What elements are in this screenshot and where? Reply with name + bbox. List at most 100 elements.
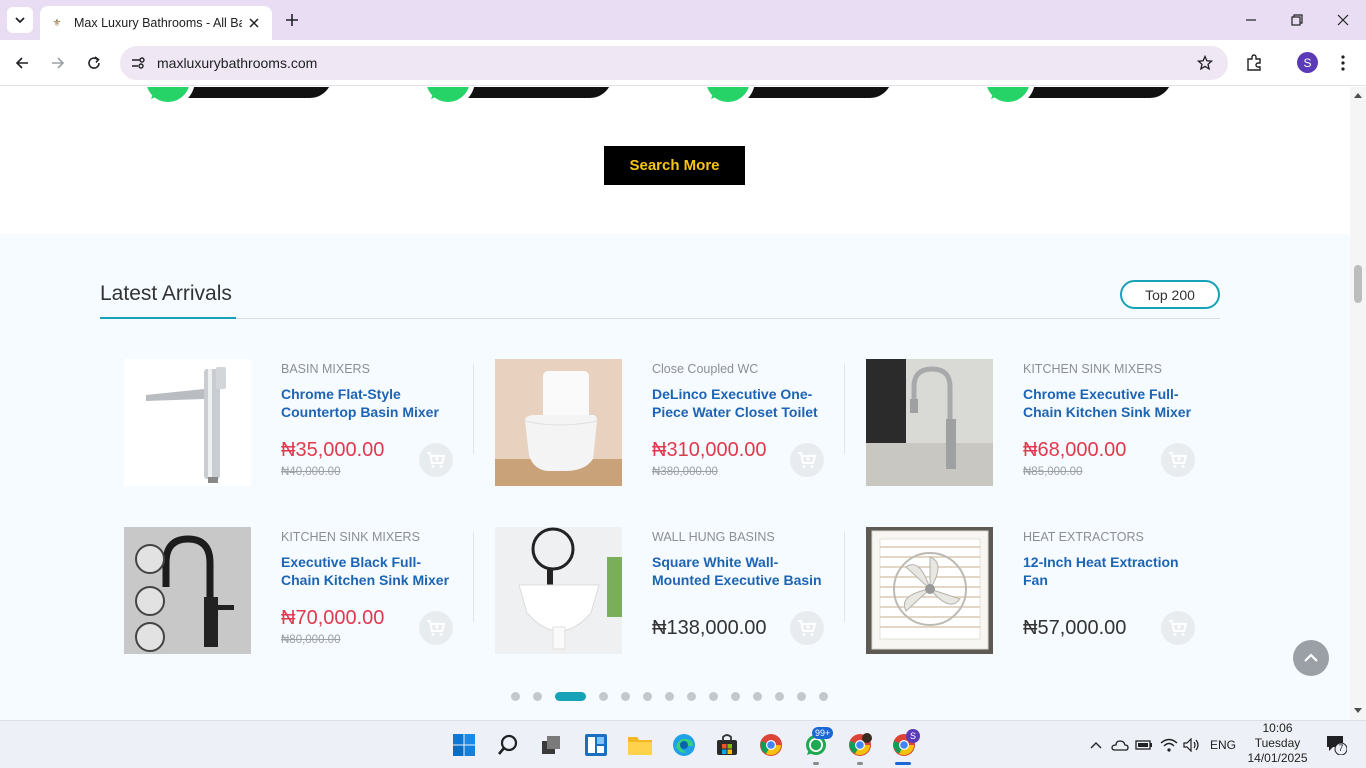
product-image[interactable] <box>866 359 993 486</box>
running-indicator <box>857 762 863 765</box>
extensions-icon[interactable] <box>1243 52 1265 74</box>
search-more-button[interactable]: Search More <box>604 146 745 185</box>
product-name-link[interactable]: DeLinco Executive One-Piece Water Closet… <box>652 385 827 421</box>
carousel-dot[interactable] <box>797 691 806 701</box>
clock-date: 14/01/2025 <box>1247 751 1308 765</box>
product-category: Close Coupled WC <box>652 362 759 376</box>
back-to-top-button[interactable] <box>1293 640 1329 676</box>
reload-button[interactable] <box>82 51 106 75</box>
carousel-dot[interactable] <box>599 691 608 701</box>
file-explorer-icon[interactable] <box>625 730 655 760</box>
product-card[interactable]: Close Coupled WC DeLinco Executive One-P… <box>495 359 845 489</box>
close-tab-button[interactable] <box>246 15 262 31</box>
input-language[interactable]: ENG <box>1210 738 1236 752</box>
close-icon <box>1337 14 1349 26</box>
running-indicator <box>813 762 819 765</box>
battery-icon[interactable] <box>1134 735 1154 755</box>
carousel-dot[interactable] <box>643 691 652 701</box>
widgets-icon[interactable] <box>581 730 611 760</box>
add-to-cart-button[interactable] <box>419 443 453 477</box>
product-name-link[interactable]: Chrome Executive Full-Chain Kitchen Sink… <box>1023 385 1198 421</box>
carousel-dot[interactable] <box>665 691 674 701</box>
scrollbar-thumb[interactable] <box>1354 265 1362 303</box>
product-image[interactable] <box>866 527 993 654</box>
notification-center-icon[interactable]: 7 <box>1325 733 1348 756</box>
carousel-dot[interactable] <box>511 691 520 701</box>
chrome-icon[interactable] <box>756 730 786 760</box>
add-to-cart-button[interactable] <box>1161 443 1195 477</box>
add-to-cart-button[interactable] <box>1161 611 1195 645</box>
product-card[interactable]: KITCHEN SINK MIXERS Chrome Executive Ful… <box>866 359 1216 489</box>
product-image[interactable] <box>495 359 622 486</box>
product-name-link[interactable]: Square White Wall-Mounted Executive Basi… <box>652 553 827 589</box>
onedrive-icon[interactable] <box>1110 735 1130 755</box>
product-name-link[interactable]: Chrome Flat-Style Countertop Basin Mixer <box>281 385 456 421</box>
browser-menu-icon[interactable] <box>1332 52 1354 74</box>
carousel-dot[interactable] <box>533 691 542 701</box>
carousel-dot[interactable] <box>819 691 828 701</box>
carousel-pagination <box>511 691 841 701</box>
carousel-dot-active[interactable] <box>555 691 586 701</box>
product-card[interactable]: HEAT EXTRACTORS 12-Inch Heat Extraction … <box>866 527 1216 657</box>
scroll-down-arrow-icon[interactable] <box>1353 707 1363 715</box>
address-bar[interactable]: maxluxurybathrooms.com <box>120 46 1228 80</box>
chevron-up-icon[interactable] <box>1086 735 1106 755</box>
product-old-price: ₦85,000.00 <box>1023 466 1083 478</box>
product-category: KITCHEN SINK MIXERS <box>1023 362 1162 376</box>
carousel-dot[interactable] <box>709 691 718 701</box>
whatsapp-badge[interactable] <box>697 87 893 109</box>
product-card[interactable]: WALL HUNG BASINS Square White Wall-Mount… <box>495 527 845 657</box>
whatsapp-badge[interactable] <box>417 87 613 109</box>
page-scrollbar[interactable] <box>1350 87 1366 720</box>
product-card[interactable]: BASIN MIXERS Chrome Flat-Style Counterto… <box>124 359 474 489</box>
close-window-button[interactable] <box>1333 10 1353 30</box>
chrome-profile-icon[interactable] <box>845 730 875 760</box>
carousel-dot[interactable] <box>753 691 762 701</box>
carousel-dot[interactable] <box>775 691 784 701</box>
notification-count: 7 <box>1338 743 1344 753</box>
minimize-icon <box>1246 19 1256 21</box>
restore-button[interactable] <box>1287 10 1307 30</box>
whatsapp-badge[interactable] <box>977 87 1173 109</box>
minimize-button[interactable] <box>1241 10 1261 30</box>
product-card[interactable]: KITCHEN SINK MIXERS Executive Black Full… <box>124 527 474 657</box>
speaker-icon[interactable] <box>1182 735 1202 755</box>
back-button[interactable] <box>10 51 34 75</box>
carousel-dot[interactable] <box>621 691 630 701</box>
add-to-cart-button[interactable] <box>790 611 824 645</box>
windows-start-icon[interactable] <box>449 730 479 760</box>
scroll-up-arrow-icon[interactable] <box>1353 91 1363 99</box>
search-icon[interactable] <box>493 730 523 760</box>
site-info-icon[interactable] <box>128 53 148 73</box>
product-old-price: ₦380,000.00 <box>652 466 718 478</box>
add-to-cart-button[interactable] <box>790 443 824 477</box>
product-image[interactable] <box>495 527 622 654</box>
section-title-underline <box>100 317 236 319</box>
product-image[interactable] <box>124 527 251 654</box>
profile-avatar[interactable]: S <box>1297 52 1318 73</box>
product-name-link[interactable]: 12-Inch Heat Extraction Fan <box>1023 553 1198 589</box>
bookmark-star-icon[interactable] <box>1196 54 1214 72</box>
whatsapp-badge[interactable] <box>137 87 333 109</box>
product-image[interactable] <box>124 359 251 486</box>
carousel-dot[interactable] <box>687 691 696 701</box>
product-category: BASIN MIXERS <box>281 362 370 376</box>
chevron-up-icon <box>1304 653 1318 662</box>
tab-search-button[interactable] <box>7 7 33 33</box>
whatsapp-badge-pill <box>177 87 332 98</box>
edge-browser-icon[interactable] <box>669 730 699 760</box>
system-clock[interactable]: 10:06 Tuesday 14/01/2025 <box>1240 721 1315 766</box>
url-text[interactable]: maxluxurybathrooms.com <box>157 55 317 71</box>
cart-plus-icon <box>1169 620 1188 636</box>
active-tab[interactable]: ⚜ Max Luxury Bathrooms - All Bat <box>40 6 272 40</box>
carousel-dot[interactable] <box>731 691 740 701</box>
wifi-icon[interactable] <box>1159 735 1179 755</box>
new-tab-button[interactable] <box>282 10 302 30</box>
top-200-button[interactable]: Top 200 <box>1120 280 1220 309</box>
task-view-icon[interactable] <box>536 730 566 760</box>
close-icon <box>249 18 259 28</box>
forward-button[interactable] <box>46 51 70 75</box>
product-name-link[interactable]: Executive Black Full-Chain Kitchen Sink … <box>281 553 456 589</box>
add-to-cart-button[interactable] <box>419 611 453 645</box>
microsoft-store-icon[interactable] <box>712 730 742 760</box>
